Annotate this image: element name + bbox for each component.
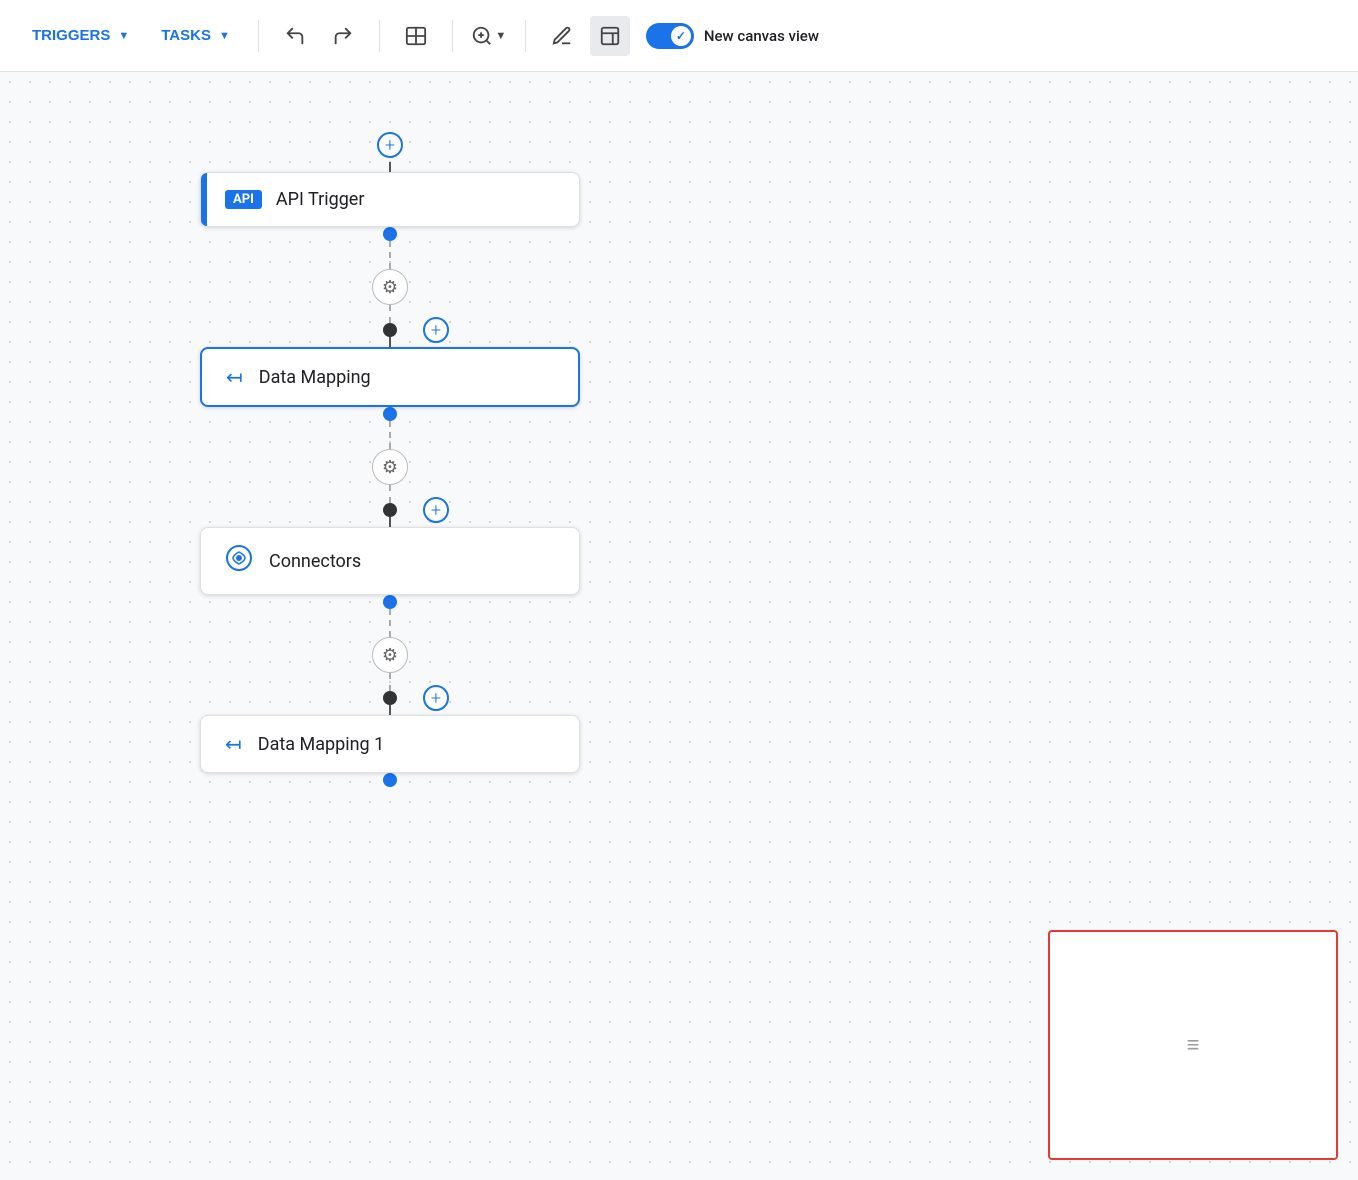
- divider-2: [379, 20, 380, 52]
- connector-conn-to-dm1: ⚙ +: [372, 595, 408, 715]
- api-trigger-label: API Trigger: [276, 189, 365, 210]
- new-canvas-toggle-area: ✓ New canvas view: [646, 23, 819, 49]
- data-mapping-1-label: Data Mapping 1: [258, 734, 384, 755]
- data-mapping-icon: ↤: [226, 365, 243, 389]
- pencil-icon: [551, 25, 573, 47]
- add-before-api-trigger-button[interactable]: +: [377, 132, 403, 158]
- data-mapping-node[interactable]: ↤ Data Mapping: [200, 347, 580, 407]
- add-between-api-dm-button[interactable]: +: [423, 317, 449, 343]
- dot-conn-bottom: [383, 595, 397, 609]
- tasks-label: TASKS: [161, 27, 211, 44]
- line-api-to-gear: [389, 241, 391, 269]
- undo-icon: [284, 25, 306, 47]
- dot-before-dm: [383, 323, 397, 337]
- line-dm-to-gear2: [389, 421, 391, 449]
- minimap-menu-icon: ≡: [1187, 1032, 1200, 1058]
- divider-4: [525, 20, 526, 52]
- connector-api-to-dm: ⚙ +: [372, 227, 408, 347]
- data-mapping-1-node[interactable]: ↤ Data Mapping 1: [200, 715, 580, 773]
- line-conn-to-gear3: [389, 609, 391, 637]
- zoom-icon: [471, 25, 493, 47]
- canvas: + API API Trigger ⚙ + ↤ Da: [0, 72, 1358, 1180]
- divider-3: [452, 20, 453, 52]
- new-canvas-label: New canvas view: [704, 27, 819, 45]
- connector-dm-to-conn: ⚙ +: [372, 407, 408, 527]
- add-between-conn-dm1-button[interactable]: +: [423, 685, 449, 711]
- panel-button[interactable]: [590, 16, 630, 56]
- flow-container: + API API Trigger ⚙ + ↤ Da: [200, 132, 580, 787]
- triggers-label: TRIGGERS: [32, 27, 110, 44]
- gear-between-dm-conn[interactable]: ⚙: [372, 449, 408, 485]
- triggers-chevron-icon: ▼: [118, 30, 129, 42]
- pencil-button[interactable]: [542, 16, 582, 56]
- connectors-label: Connectors: [269, 551, 361, 572]
- tasks-button[interactable]: TASKS ▼: [149, 21, 242, 50]
- toolbar: TRIGGERS ▼ TASKS ▼ ▼: [0, 0, 1358, 72]
- panel-icon: [599, 25, 621, 47]
- api-trigger-left-bar: [201, 173, 207, 226]
- toggle-check-icon: ✓: [676, 29, 686, 43]
- api-badge: API: [225, 190, 262, 209]
- api-trigger-node[interactable]: API API Trigger: [200, 172, 580, 227]
- line-to-dm1: [389, 705, 391, 715]
- data-mapping-1-icon: ↤: [225, 732, 242, 756]
- line-gear-to-dot: [389, 305, 391, 323]
- undo-button[interactable]: [275, 16, 315, 56]
- connectors-icon: [225, 544, 253, 578]
- line-gear3-to-dot: [389, 673, 391, 691]
- dot-before-dm1: [383, 691, 397, 705]
- tasks-chevron-icon: ▼: [219, 30, 230, 42]
- line-to-dm: [389, 337, 391, 347]
- layout-icon: [405, 25, 427, 47]
- connector-top-api: [389, 162, 391, 172]
- gear-between-conn-dm1[interactable]: ⚙: [372, 637, 408, 673]
- data-mapping-label: Data Mapping: [259, 367, 371, 388]
- dot-before-conn: [383, 503, 397, 517]
- redo-icon: [332, 25, 354, 47]
- line-to-conn: [389, 517, 391, 527]
- toggle-knob: ✓: [671, 26, 691, 46]
- triggers-button[interactable]: TRIGGERS ▼: [20, 21, 141, 50]
- line-top-api: [389, 162, 391, 172]
- layout-button[interactable]: [396, 16, 436, 56]
- minimap: ≡: [1048, 930, 1338, 1160]
- dot-api-bottom: [383, 227, 397, 241]
- connector-dm1-bottom: [383, 773, 397, 787]
- divider-1: [258, 20, 259, 52]
- dot-dm-bottom: [383, 407, 397, 421]
- add-between-dm-conn-button[interactable]: +: [423, 497, 449, 523]
- zoom-button[interactable]: ▼: [469, 16, 509, 56]
- redo-button[interactable]: [323, 16, 363, 56]
- gear-between-api-dm[interactable]: ⚙: [372, 269, 408, 305]
- connectors-node[interactable]: Connectors: [200, 527, 580, 595]
- new-canvas-toggle[interactable]: ✓: [646, 23, 694, 49]
- line-gear2-to-dot: [389, 485, 391, 503]
- dot-dm1-bottom: [383, 773, 397, 787]
- zoom-chevron: ▼: [495, 30, 506, 42]
